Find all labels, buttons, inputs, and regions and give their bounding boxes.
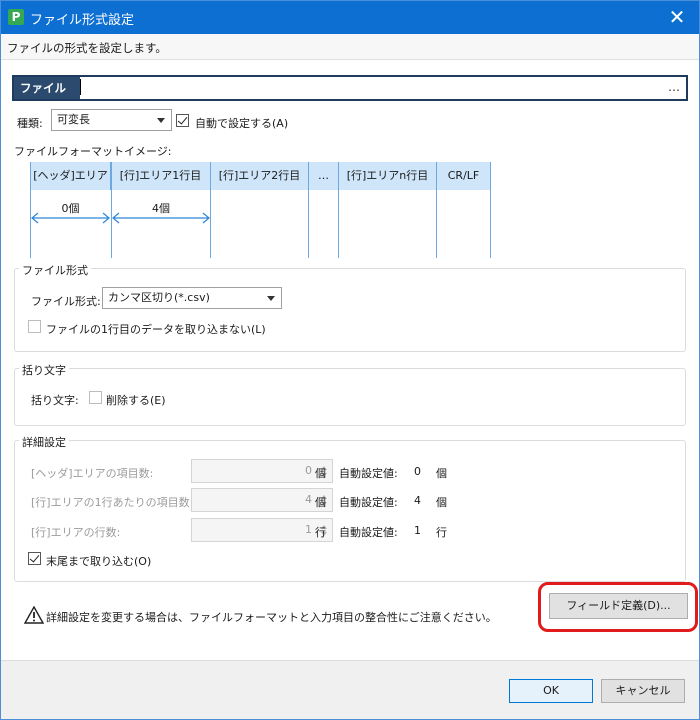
browse-button[interactable]: … [668,80,680,94]
row-count-label: [行]エリアの行数: [31,526,121,539]
remove-quote-checkbox[interactable] [89,391,102,404]
details-group-title: 詳細設定 [19,434,69,450]
app-icon: P [8,9,24,25]
ok-button[interactable]: OK [509,679,593,703]
row-items-label: [行]エリアの1行あたりの項目数: [31,496,194,509]
file-format-group-title: ファイル形式 [19,262,91,278]
kind-select[interactable]: 可変長 [51,109,172,131]
row-count-auto-value: 1 [414,524,421,537]
quote-group-title: 括り文字 [19,362,69,378]
footer-bar [1,660,699,719]
diagram-divider [490,162,491,258]
row-count-unit: 行 [315,526,326,539]
header-items-unit: 個 [315,467,326,480]
row-count-auto-label: 自動設定値: [339,526,398,539]
row-items-unit: 個 [315,496,326,509]
read-to-end-label[interactable]: 末尾まで取り込む(O) [46,553,151,569]
diagram-divider [308,162,309,258]
row-items-auto-unit: 個 [436,496,447,509]
auto-set-checkbox[interactable] [176,114,189,127]
file-format-select[interactable]: カンマ区切り(*.csv) [102,287,282,309]
read-to-end-checkbox[interactable] [28,552,41,565]
highlight-annotation [538,582,698,632]
chevron-down-icon [157,118,165,123]
header-items-value: 0 [305,464,312,477]
skip-first-line-checkbox[interactable] [28,320,41,333]
diagram-row-1: [行]エリア1行目 [111,162,211,190]
warning-icon [24,606,44,624]
row-items-value: 4 [305,493,312,506]
description-bar: ファイルの形式を設定します。 [1,34,699,60]
file-name-label: ファイル名: [14,77,80,117]
header-items-auto-unit: 個 [436,467,447,480]
file-format-group [14,268,686,352]
file-name-input[interactable] [82,79,662,97]
header-items-auto-value: 0 [414,465,421,478]
file-format-value: カンマ区切り(*.csv) [108,291,210,304]
count-arrows [31,212,210,224]
format-image-label: ファイルフォーマットイメージ: [14,145,172,158]
row-count-value: 1 [305,523,312,536]
title-bar: P ファイル形式設定 ✕ [0,0,700,34]
header-items-label: [ヘッダ]エリアの項目数: [31,467,154,480]
file-format-label: ファイル形式: [31,295,101,308]
row-items-auto-value: 4 [414,494,421,507]
window-title: ファイル形式設定 [30,13,135,28]
diagram-row-n: [行]エリアn行目 [339,162,437,190]
cancel-button[interactable]: キャンセル [601,679,685,703]
diagram-header-area: [ヘッダ]エリア [30,162,111,190]
diagram-crlf: CR/LF [437,162,491,190]
quote-label: 括り文字: [31,394,79,407]
kind-label: 種類: [17,117,43,130]
row-count-spinner[interactable]: 1 [191,518,333,542]
diagram-divider [436,162,437,258]
close-button[interactable]: ✕ [654,0,700,34]
warning-text: 詳細設定を変更する場合は、ファイルフォーマットと入力項目の整合性にご注意ください… [46,611,497,624]
text-caret [80,79,81,95]
kind-select-value: 可変長 [57,113,90,126]
remove-quote-label[interactable]: 削除する(E) [106,392,166,408]
chevron-down-icon [267,296,275,301]
row-count-auto-unit: 行 [436,526,447,539]
row-items-auto-label: 自動設定値: [339,496,398,509]
diagram-ellipsis: … [309,162,339,190]
skip-first-line-label[interactable]: ファイルの1行目のデータを取り込まない(L) [46,321,266,337]
header-items-spinner[interactable]: 0 [191,459,333,483]
file-name-row: ファイル名: … [12,75,688,117]
description-text: ファイルの形式を設定します。 [7,41,167,55]
header-items-auto-label: 自動設定値: [339,467,398,480]
diagram-row-2: [行]エリア2行目 [211,162,309,190]
auto-set-label[interactable]: 自動で設定する(A) [195,115,288,131]
row-items-spinner[interactable]: 4 [191,488,333,512]
diagram-divider [338,162,339,258]
